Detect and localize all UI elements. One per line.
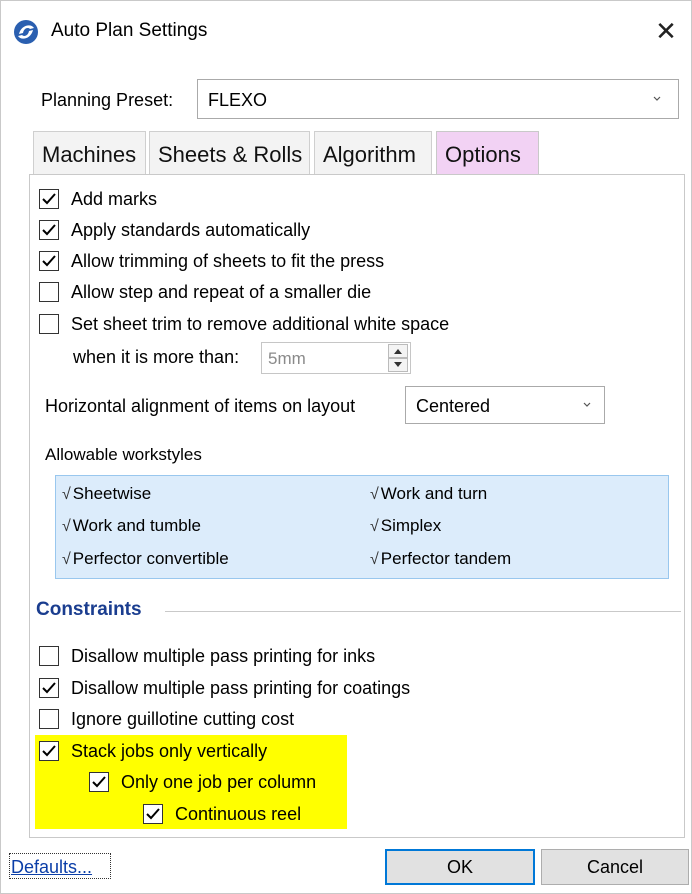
trim-threshold-label: when it is more than:: [73, 347, 240, 367]
checkbox-box[interactable]: [39, 220, 59, 240]
checkbox-box[interactable]: [39, 189, 59, 209]
trim-threshold-input[interactable]: 5mm: [268, 349, 306, 369]
checkbox-box[interactable]: [39, 678, 59, 698]
close-icon: ✕: [655, 16, 677, 46]
checkbox-box[interactable]: [89, 772, 109, 792]
planning-preset-label: Planning Preset:: [41, 90, 174, 110]
checkbox-box[interactable]: [39, 741, 59, 761]
checkmark-icon: [42, 224, 56, 236]
tab-machines[interactable]: Machines: [33, 131, 146, 174]
chevron-down-icon: [583, 402, 591, 407]
workstyle-item[interactable]: √ Work and tumble: [62, 516, 201, 536]
checkbox-box[interactable]: [39, 709, 59, 729]
checkbox-box[interactable]: [39, 282, 59, 302]
app-logo-icon: [14, 20, 38, 44]
workstyle-item[interactable]: √ Work and turn: [370, 484, 487, 504]
checkmark-icon: [42, 682, 56, 694]
workstyle-check-icon: √: [62, 486, 71, 503]
checkmark-icon: [42, 193, 56, 205]
workstyle-item[interactable]: √ Perfector convertible: [62, 549, 229, 569]
constraints-title: Constraints: [36, 599, 142, 620]
chevron-down-icon: [653, 96, 661, 101]
workstyles-label: Allowable workstyles: [45, 445, 202, 464]
workstyles-list: √ Sheetwise √ Work and turn √ Work and tumb…: [55, 475, 669, 579]
planning-preset-select[interactable]: FLEXO: [197, 79, 679, 119]
checkbox-box[interactable]: [39, 314, 59, 334]
horizontal-alignment-value: Centered: [416, 396, 491, 416]
cancel-button[interactable]: Cancel: [541, 849, 689, 885]
auto-plan-settings-dialog: Auto Plan Settings ✕ Planning Preset: FL…: [0, 0, 692, 894]
workstyle-check-icon: √: [62, 518, 71, 535]
workstyle-check-icon: √: [370, 551, 379, 568]
title-bar: Auto Plan Settings ✕: [1, 1, 691, 63]
checkmark-icon: [92, 776, 106, 788]
checkmark-icon: [42, 255, 56, 267]
constraints-divider: [165, 611, 681, 612]
horizontal-alignment-label: Horizontal alignment of items on layout: [45, 396, 356, 416]
ok-button[interactable]: OK: [385, 849, 535, 885]
trim-threshold-spinner[interactable]: 5mm: [261, 342, 411, 374]
workstyle-check-icon: √: [370, 518, 379, 535]
workstyle-item[interactable]: √ Simplex: [370, 516, 441, 536]
checkmark-icon: [146, 808, 160, 820]
workstyle-check-icon: √: [62, 551, 71, 568]
spin-up-icon[interactable]: [388, 344, 408, 358]
workstyle-item[interactable]: √ Sheetwise: [62, 484, 151, 504]
tab-algorithm[interactable]: Algorithm: [314, 131, 432, 174]
defaults-link[interactable]: Defaults...: [11, 857, 92, 878]
close-button[interactable]: ✕: [647, 13, 685, 49]
workstyle-check-icon: √: [370, 486, 379, 503]
planning-preset-value: FLEXO: [208, 90, 268, 110]
checkbox-box[interactable]: [143, 804, 163, 824]
checkmark-icon: [42, 745, 56, 757]
window-title: Auto Plan Settings: [51, 20, 208, 41]
horizontal-alignment-select[interactable]: Centered: [405, 386, 605, 424]
tab-options[interactable]: Options: [436, 131, 539, 175]
spin-down-icon[interactable]: [388, 358, 408, 372]
workstyle-item[interactable]: √ Perfector tandem: [370, 549, 511, 569]
checkbox-box[interactable]: [39, 251, 59, 271]
checkbox-box[interactable]: [39, 646, 59, 666]
tab-sheets-rolls[interactable]: Sheets & Rolls: [149, 131, 310, 174]
